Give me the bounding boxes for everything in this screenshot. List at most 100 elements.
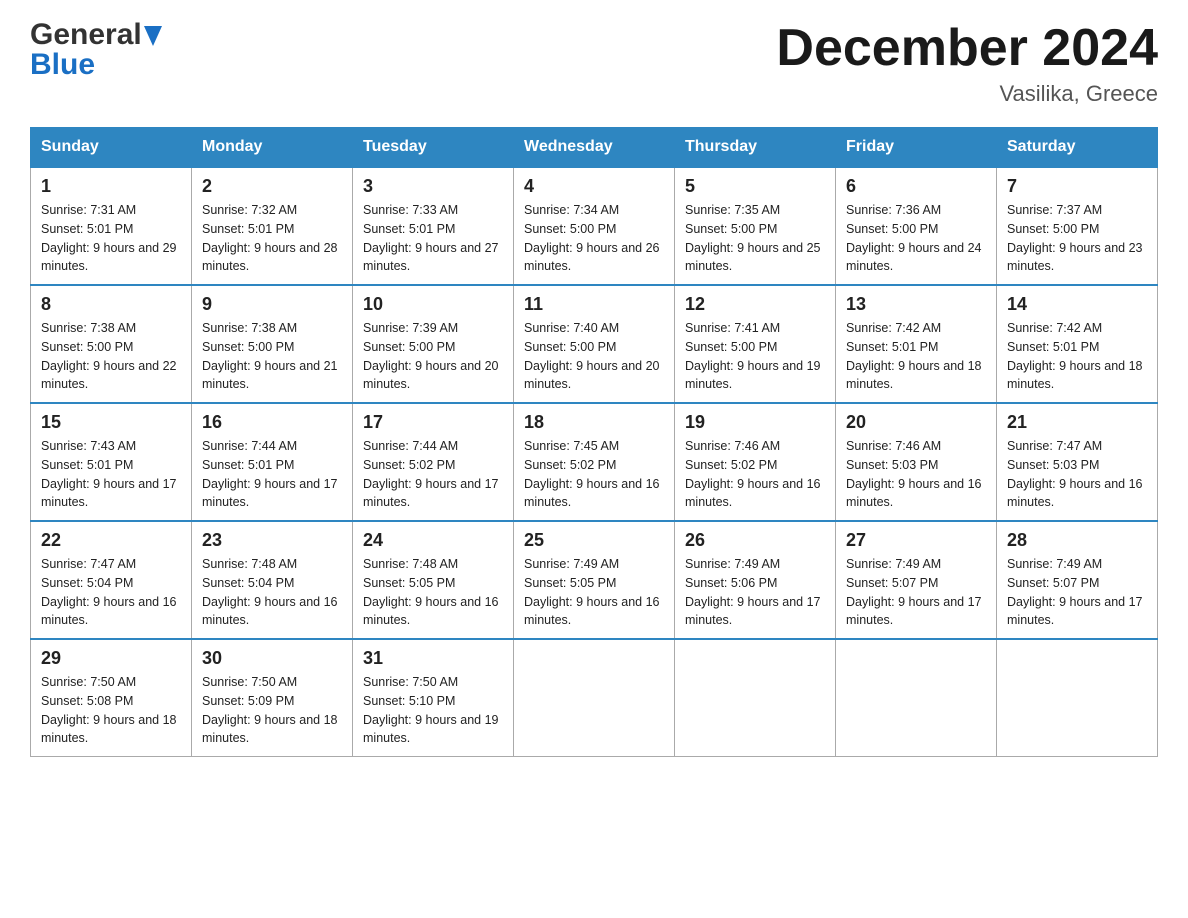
day-number: 24 xyxy=(363,530,503,551)
table-row: 2 Sunrise: 7:32 AMSunset: 5:01 PMDayligh… xyxy=(192,167,353,285)
table-row: 18 Sunrise: 7:45 AMSunset: 5:02 PMDaylig… xyxy=(514,403,675,521)
table-row: 3 Sunrise: 7:33 AMSunset: 5:01 PMDayligh… xyxy=(353,167,514,285)
table-row xyxy=(514,639,675,757)
day-info: Sunrise: 7:46 AMSunset: 5:03 PMDaylight:… xyxy=(846,437,986,512)
table-row: 19 Sunrise: 7:46 AMSunset: 5:02 PMDaylig… xyxy=(675,403,836,521)
day-info: Sunrise: 7:38 AMSunset: 5:00 PMDaylight:… xyxy=(202,319,342,394)
header-row: Sunday Monday Tuesday Wednesday Thursday… xyxy=(31,128,1158,168)
day-number: 5 xyxy=(685,176,825,197)
day-info: Sunrise: 7:33 AMSunset: 5:01 PMDaylight:… xyxy=(363,201,503,276)
calendar-week-5: 29 Sunrise: 7:50 AMSunset: 5:08 PMDaylig… xyxy=(31,639,1158,757)
day-info: Sunrise: 7:50 AMSunset: 5:09 PMDaylight:… xyxy=(202,673,342,748)
calendar-week-1: 1 Sunrise: 7:31 AMSunset: 5:01 PMDayligh… xyxy=(31,167,1158,285)
calendar-table: Sunday Monday Tuesday Wednesday Thursday… xyxy=(30,127,1158,757)
col-monday: Monday xyxy=(192,128,353,168)
table-row: 16 Sunrise: 7:44 AMSunset: 5:01 PMDaylig… xyxy=(192,403,353,521)
day-number: 20 xyxy=(846,412,986,433)
day-info: Sunrise: 7:44 AMSunset: 5:02 PMDaylight:… xyxy=(363,437,503,512)
day-info: Sunrise: 7:48 AMSunset: 5:04 PMDaylight:… xyxy=(202,555,342,630)
table-row: 7 Sunrise: 7:37 AMSunset: 5:00 PMDayligh… xyxy=(997,167,1158,285)
title-area: December 2024 Vasilika, Greece xyxy=(776,20,1158,107)
day-info: Sunrise: 7:50 AMSunset: 5:10 PMDaylight:… xyxy=(363,673,503,748)
day-number: 16 xyxy=(202,412,342,433)
day-number: 12 xyxy=(685,294,825,315)
day-info: Sunrise: 7:47 AMSunset: 5:03 PMDaylight:… xyxy=(1007,437,1147,512)
col-tuesday: Tuesday xyxy=(353,128,514,168)
table-row: 14 Sunrise: 7:42 AMSunset: 5:01 PMDaylig… xyxy=(997,285,1158,403)
table-row: 17 Sunrise: 7:44 AMSunset: 5:02 PMDaylig… xyxy=(353,403,514,521)
col-wednesday: Wednesday xyxy=(514,128,675,168)
day-info: Sunrise: 7:49 AMSunset: 5:06 PMDaylight:… xyxy=(685,555,825,630)
day-info: Sunrise: 7:44 AMSunset: 5:01 PMDaylight:… xyxy=(202,437,342,512)
day-number: 2 xyxy=(202,176,342,197)
table-row: 30 Sunrise: 7:50 AMSunset: 5:09 PMDaylig… xyxy=(192,639,353,757)
day-number: 31 xyxy=(363,648,503,669)
day-info: Sunrise: 7:35 AMSunset: 5:00 PMDaylight:… xyxy=(685,201,825,276)
table-row: 28 Sunrise: 7:49 AMSunset: 5:07 PMDaylig… xyxy=(997,521,1158,639)
day-info: Sunrise: 7:40 AMSunset: 5:00 PMDaylight:… xyxy=(524,319,664,394)
table-row xyxy=(675,639,836,757)
day-info: Sunrise: 7:39 AMSunset: 5:00 PMDaylight:… xyxy=(363,319,503,394)
day-number: 4 xyxy=(524,176,664,197)
table-row xyxy=(836,639,997,757)
table-row: 26 Sunrise: 7:49 AMSunset: 5:06 PMDaylig… xyxy=(675,521,836,639)
day-number: 15 xyxy=(41,412,181,433)
day-number: 3 xyxy=(363,176,503,197)
day-info: Sunrise: 7:42 AMSunset: 5:01 PMDaylight:… xyxy=(1007,319,1147,394)
table-row: 13 Sunrise: 7:42 AMSunset: 5:01 PMDaylig… xyxy=(836,285,997,403)
table-row: 6 Sunrise: 7:36 AMSunset: 5:00 PMDayligh… xyxy=(836,167,997,285)
table-row: 4 Sunrise: 7:34 AMSunset: 5:00 PMDayligh… xyxy=(514,167,675,285)
day-number: 21 xyxy=(1007,412,1147,433)
table-row: 10 Sunrise: 7:39 AMSunset: 5:00 PMDaylig… xyxy=(353,285,514,403)
day-info: Sunrise: 7:36 AMSunset: 5:00 PMDaylight:… xyxy=(846,201,986,276)
table-row: 12 Sunrise: 7:41 AMSunset: 5:00 PMDaylig… xyxy=(675,285,836,403)
day-number: 13 xyxy=(846,294,986,315)
logo-line1: General xyxy=(30,20,142,50)
day-info: Sunrise: 7:47 AMSunset: 5:04 PMDaylight:… xyxy=(41,555,181,630)
month-title: December 2024 xyxy=(776,20,1158,77)
table-row: 15 Sunrise: 7:43 AMSunset: 5:01 PMDaylig… xyxy=(31,403,192,521)
day-number: 9 xyxy=(202,294,342,315)
table-row: 21 Sunrise: 7:47 AMSunset: 5:03 PMDaylig… xyxy=(997,403,1158,521)
day-number: 7 xyxy=(1007,176,1147,197)
col-sunday: Sunday xyxy=(31,128,192,168)
day-number: 17 xyxy=(363,412,503,433)
logo-line2: Blue xyxy=(30,50,142,80)
day-number: 27 xyxy=(846,530,986,551)
day-number: 6 xyxy=(846,176,986,197)
table-row: 5 Sunrise: 7:35 AMSunset: 5:00 PMDayligh… xyxy=(675,167,836,285)
day-number: 19 xyxy=(685,412,825,433)
table-row: 31 Sunrise: 7:50 AMSunset: 5:10 PMDaylig… xyxy=(353,639,514,757)
day-info: Sunrise: 7:46 AMSunset: 5:02 PMDaylight:… xyxy=(685,437,825,512)
table-row: 27 Sunrise: 7:49 AMSunset: 5:07 PMDaylig… xyxy=(836,521,997,639)
table-row: 9 Sunrise: 7:38 AMSunset: 5:00 PMDayligh… xyxy=(192,285,353,403)
table-row: 8 Sunrise: 7:38 AMSunset: 5:00 PMDayligh… xyxy=(31,285,192,403)
col-thursday: Thursday xyxy=(675,128,836,168)
calendar-week-2: 8 Sunrise: 7:38 AMSunset: 5:00 PMDayligh… xyxy=(31,285,1158,403)
day-number: 8 xyxy=(41,294,181,315)
table-row: 24 Sunrise: 7:48 AMSunset: 5:05 PMDaylig… xyxy=(353,521,514,639)
day-number: 30 xyxy=(202,648,342,669)
day-info: Sunrise: 7:37 AMSunset: 5:00 PMDaylight:… xyxy=(1007,201,1147,276)
day-info: Sunrise: 7:42 AMSunset: 5:01 PMDaylight:… xyxy=(846,319,986,394)
day-number: 22 xyxy=(41,530,181,551)
day-number: 26 xyxy=(685,530,825,551)
calendar-week-3: 15 Sunrise: 7:43 AMSunset: 5:01 PMDaylig… xyxy=(31,403,1158,521)
table-row: 20 Sunrise: 7:46 AMSunset: 5:03 PMDaylig… xyxy=(836,403,997,521)
table-row xyxy=(997,639,1158,757)
day-number: 25 xyxy=(524,530,664,551)
day-info: Sunrise: 7:48 AMSunset: 5:05 PMDaylight:… xyxy=(363,555,503,630)
day-info: Sunrise: 7:43 AMSunset: 5:01 PMDaylight:… xyxy=(41,437,181,512)
table-row: 11 Sunrise: 7:40 AMSunset: 5:00 PMDaylig… xyxy=(514,285,675,403)
col-saturday: Saturday xyxy=(997,128,1158,168)
day-info: Sunrise: 7:31 AMSunset: 5:01 PMDaylight:… xyxy=(41,201,181,276)
day-info: Sunrise: 7:49 AMSunset: 5:05 PMDaylight:… xyxy=(524,555,664,630)
logo: General Blue xyxy=(30,20,162,80)
day-number: 14 xyxy=(1007,294,1147,315)
page-header: General Blue December 2024 Vasilika, Gre… xyxy=(30,20,1158,107)
logo-arrow-icon xyxy=(144,26,162,51)
day-info: Sunrise: 7:45 AMSunset: 5:02 PMDaylight:… xyxy=(524,437,664,512)
day-number: 18 xyxy=(524,412,664,433)
day-number: 29 xyxy=(41,648,181,669)
day-number: 28 xyxy=(1007,530,1147,551)
